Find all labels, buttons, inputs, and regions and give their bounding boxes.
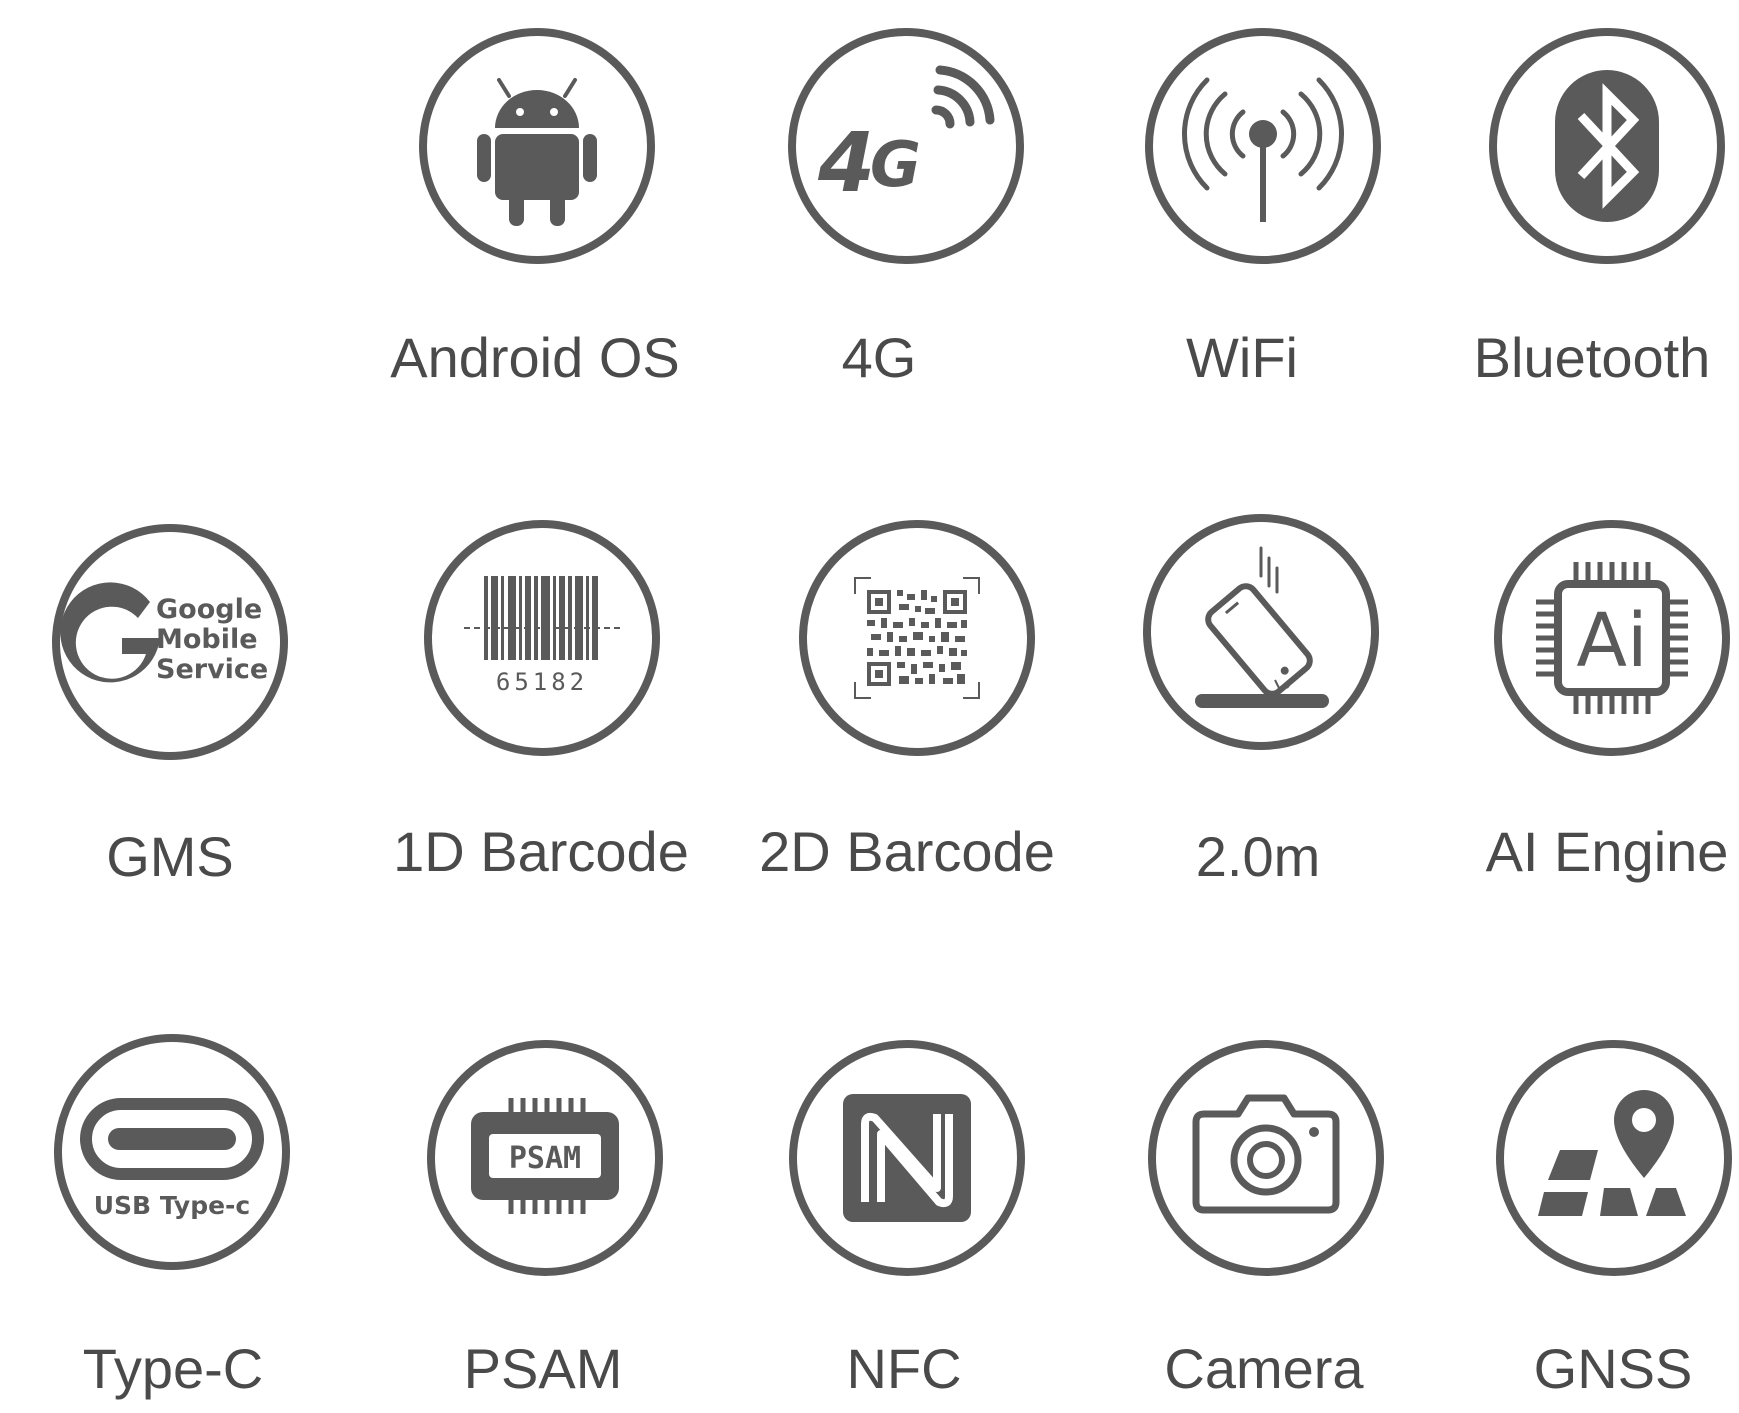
- feature-label: PSAM: [463, 1337, 623, 1400]
- feature-label: Camera: [1164, 1337, 1364, 1400]
- feature-label: 4G: [841, 326, 917, 389]
- qr-code-icon: [797, 518, 1037, 758]
- gms-text-line: Google: [156, 594, 262, 625]
- usb-type-c-icon: USB Type-c: [52, 1032, 292, 1272]
- psam-chip-icon: PSAM: [425, 1038, 665, 1278]
- wifi-antenna-icon: [1143, 26, 1383, 266]
- barcode-number: 65182: [496, 668, 588, 696]
- drop-resistant-phone-icon: [1141, 512, 1381, 752]
- svg-text:G: G: [870, 128, 921, 201]
- feature-label: Type-C: [82, 1337, 264, 1400]
- android-robot-icon: [417, 26, 657, 266]
- feature-label: GMS: [106, 825, 234, 888]
- feature-label: AI Engine: [1485, 820, 1729, 883]
- barcode-1d-icon: 65182: [422, 518, 662, 758]
- feature-label: 1D Barcode: [393, 820, 689, 883]
- gms-text-line: Service: [156, 654, 268, 685]
- camera-icon: [1146, 1038, 1386, 1278]
- svg-text:4: 4: [817, 116, 875, 211]
- nfc-icon: [787, 1038, 1027, 1278]
- feature-label: 2D Barcode: [759, 820, 1055, 883]
- feature-label: GNSS: [1533, 1337, 1693, 1400]
- feature-label: WiFi: [1186, 326, 1298, 389]
- usb-type-c-text: USB Type-c: [94, 1191, 251, 1220]
- feature-label: Android OS: [390, 326, 680, 389]
- google-mobile-service-icon: Google Mobile Service: [50, 522, 290, 762]
- 4g-signal-icon: 4 G: [786, 26, 1026, 266]
- bluetooth-icon: [1487, 26, 1727, 266]
- map-pin-icon: [1494, 1038, 1734, 1278]
- psam-chip-text: PSAM: [509, 1141, 581, 1176]
- feature-label: NFC: [846, 1337, 962, 1400]
- feature-label: Bluetooth: [1473, 326, 1711, 389]
- ai-chip-icon: Ai: [1492, 518, 1732, 758]
- ai-chip-text: Ai: [1576, 598, 1647, 684]
- gms-text-line: Mobile: [156, 624, 258, 655]
- feature-label: 2.0m: [1195, 825, 1321, 888]
